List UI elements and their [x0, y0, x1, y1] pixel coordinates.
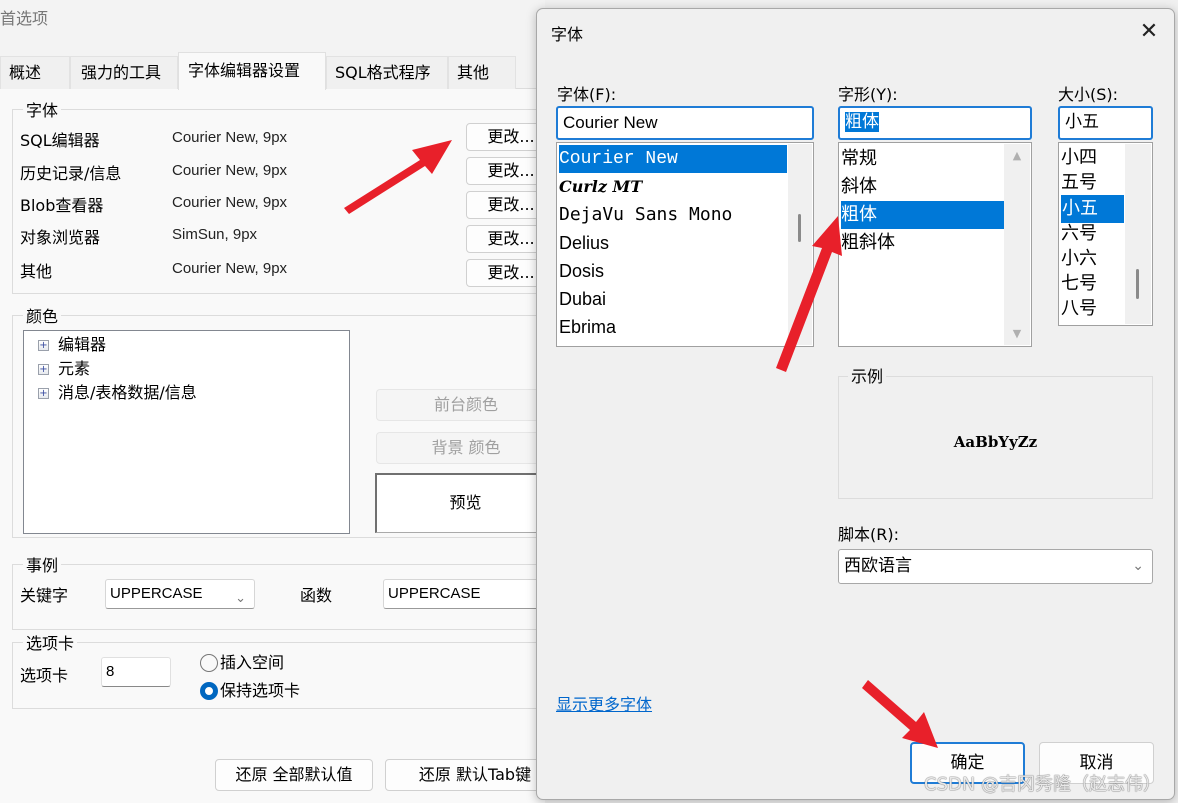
font-row-value: Courier New, 9px	[172, 260, 288, 277]
font-style-list[interactable]: 常规 斜体 粗体 粗斜体 ▲ ▼	[838, 142, 1032, 347]
font-style-label: 字形(Y):	[838, 85, 898, 104]
tree-item-messages[interactable]: + 消息/表格数据/信息	[38, 382, 197, 404]
size-list-item[interactable]: 六号	[1061, 220, 1097, 248]
script-label: 脚本(R):	[838, 525, 899, 544]
tree-item-elements[interactable]: + 元素	[38, 358, 90, 380]
font-dialog: 字体 ✕ 字体(F): Courier New Courier New Curl…	[536, 8, 1175, 800]
chevron-down-icon: ⌄	[1132, 558, 1144, 574]
function-label: 函数	[300, 586, 333, 605]
preferences-window: 首选项 概述 强力的工具 字体编辑器设置 SQL格式程序 其他 字体 SQL编辑…	[0, 0, 565, 803]
font-row-label: 对象浏览器	[20, 228, 101, 247]
tree-item-editor[interactable]: + 编辑器	[38, 334, 106, 356]
font-size-label: 大小(S):	[1058, 85, 1119, 104]
sample-text: AaBbYyZz	[953, 433, 1038, 451]
size-list-scrollbar[interactable]	[1125, 144, 1151, 324]
size-list-item[interactable]: 七号	[1061, 270, 1097, 298]
expand-icon[interactable]: +	[38, 340, 49, 351]
function-case-select[interactable]: UPPERCASE	[383, 579, 553, 609]
window-title: 首选项	[0, 9, 49, 28]
chevron-down-icon: ⌄	[235, 590, 246, 605]
size-list-item[interactable]: 五号	[1061, 169, 1097, 197]
scrollbar-thumb[interactable]	[1136, 269, 1139, 299]
dialog-title: 字体	[551, 25, 584, 44]
font-list-item[interactable]: Dosis	[559, 257, 604, 285]
scroll-up-icon[interactable]: ▲	[1004, 149, 1030, 162]
close-icon[interactable]: ✕	[1132, 15, 1166, 49]
font-list-item[interactable]: Dubai	[559, 285, 606, 313]
tab-size-label: 选项卡	[20, 666, 69, 685]
keyword-label: 关键字	[20, 586, 69, 605]
color-preview: 预览	[375, 473, 555, 533]
size-list-item[interactable]: 八号	[1061, 295, 1097, 323]
style-list-item[interactable]: 斜体	[841, 173, 877, 201]
size-list-item[interactable]: 小六	[1061, 245, 1097, 273]
font-list-item[interactable]: Delius	[559, 229, 609, 257]
tab-font-editor-settings[interactable]: 字体编辑器设置	[178, 52, 326, 90]
fonts-group-label: 字体	[23, 97, 62, 121]
font-row-value: SimSun, 9px	[172, 226, 258, 243]
tab-overview[interactable]: 概述	[0, 56, 70, 89]
font-row-label: SQL编辑器	[20, 131, 100, 150]
font-size-input[interactable]: 小五	[1058, 106, 1153, 140]
font-family-list[interactable]: Courier New Curlz MT DejaVu Sans Mono De…	[556, 142, 814, 347]
expand-icon[interactable]: +	[38, 364, 49, 375]
keep-tabs-radio[interactable]: 保持选项卡	[200, 680, 300, 702]
size-list-item[interactable]: 小四	[1061, 144, 1097, 172]
tab-other[interactable]: 其他	[448, 56, 516, 89]
tab-content: 字体 SQL编辑器 Courier New, 9px 更改... 历史记录/信息…	[0, 89, 565, 803]
font-row-label: 其他	[20, 262, 53, 281]
insert-spaces-radio[interactable]: 插入空间	[200, 652, 284, 674]
sample-label: 示例	[848, 363, 887, 387]
tab-size-input[interactable]: 8	[101, 657, 171, 687]
font-row-value: Courier New, 9px	[172, 129, 288, 146]
restore-all-defaults-button[interactable]: 还原 全部默认值	[215, 759, 373, 791]
style-list-scrollbar[interactable]: ▲ ▼	[1004, 144, 1030, 345]
background-color-button[interactable]: 背景 颜色	[376, 432, 556, 464]
font-row-value: Courier New, 9px	[172, 194, 288, 211]
style-list-item[interactable]: 常规	[841, 145, 877, 173]
case-group-label: 事例	[23, 552, 62, 576]
style-list-item[interactable]: 粗体	[841, 201, 1005, 229]
sample-group: 示例 AaBbYyZz	[838, 363, 1153, 499]
tab-group-label: 选项卡	[23, 630, 78, 654]
show-more-fonts-link[interactable]: 显示更多字体	[556, 691, 652, 715]
font-list-item[interactable]: Courier New	[559, 145, 787, 173]
scroll-down-icon[interactable]: ▼	[1004, 327, 1030, 340]
expand-icon[interactable]: +	[38, 388, 49, 399]
radio-selected-icon	[200, 682, 218, 700]
font-size-list[interactable]: 小四 五号 小五 六号 小六 七号 八号	[1058, 142, 1153, 326]
font-list-item[interactable]: Curlz MT	[559, 173, 642, 201]
font-family-input[interactable]: Courier New	[556, 106, 814, 140]
font-list-item[interactable]: DejaVu Sans Mono	[559, 201, 732, 229]
size-list-item[interactable]: 小五	[1061, 195, 1124, 223]
font-row-value: Courier New, 9px	[172, 162, 288, 179]
watermark: CSDN @吉冈秀隆（赵志伟）	[924, 774, 1162, 795]
colors-group-label: 颜色	[23, 303, 62, 327]
tab-strip: 概述 强力的工具 字体编辑器设置 SQL格式程序 其他	[0, 52, 545, 90]
style-list-item[interactable]: 粗斜体	[841, 229, 895, 257]
font-list-item[interactable]: Ebrima	[559, 313, 616, 341]
font-family-label: 字体(F):	[557, 85, 617, 104]
font-list-scrollbar[interactable]	[788, 144, 812, 345]
keyword-case-select[interactable]: UPPERCASE ⌄	[105, 579, 255, 609]
font-row-label: Blob查看器	[20, 196, 104, 215]
foreground-color-button[interactable]: 前台颜色	[376, 389, 556, 421]
scrollbar-thumb[interactable]	[798, 214, 801, 242]
tab-power-tools[interactable]: 强力的工具	[70, 56, 178, 89]
color-tree[interactable]: + 编辑器 + 元素 + 消息/表格数据/信息	[23, 330, 350, 534]
tab-sql-formatter[interactable]: SQL格式程序	[326, 56, 448, 89]
script-select[interactable]: 西欧语言 ⌄	[838, 549, 1153, 584]
radio-icon	[200, 654, 218, 672]
font-style-input[interactable]: 粗体	[838, 106, 1032, 140]
font-row-label: 历史记录/信息	[20, 164, 122, 183]
